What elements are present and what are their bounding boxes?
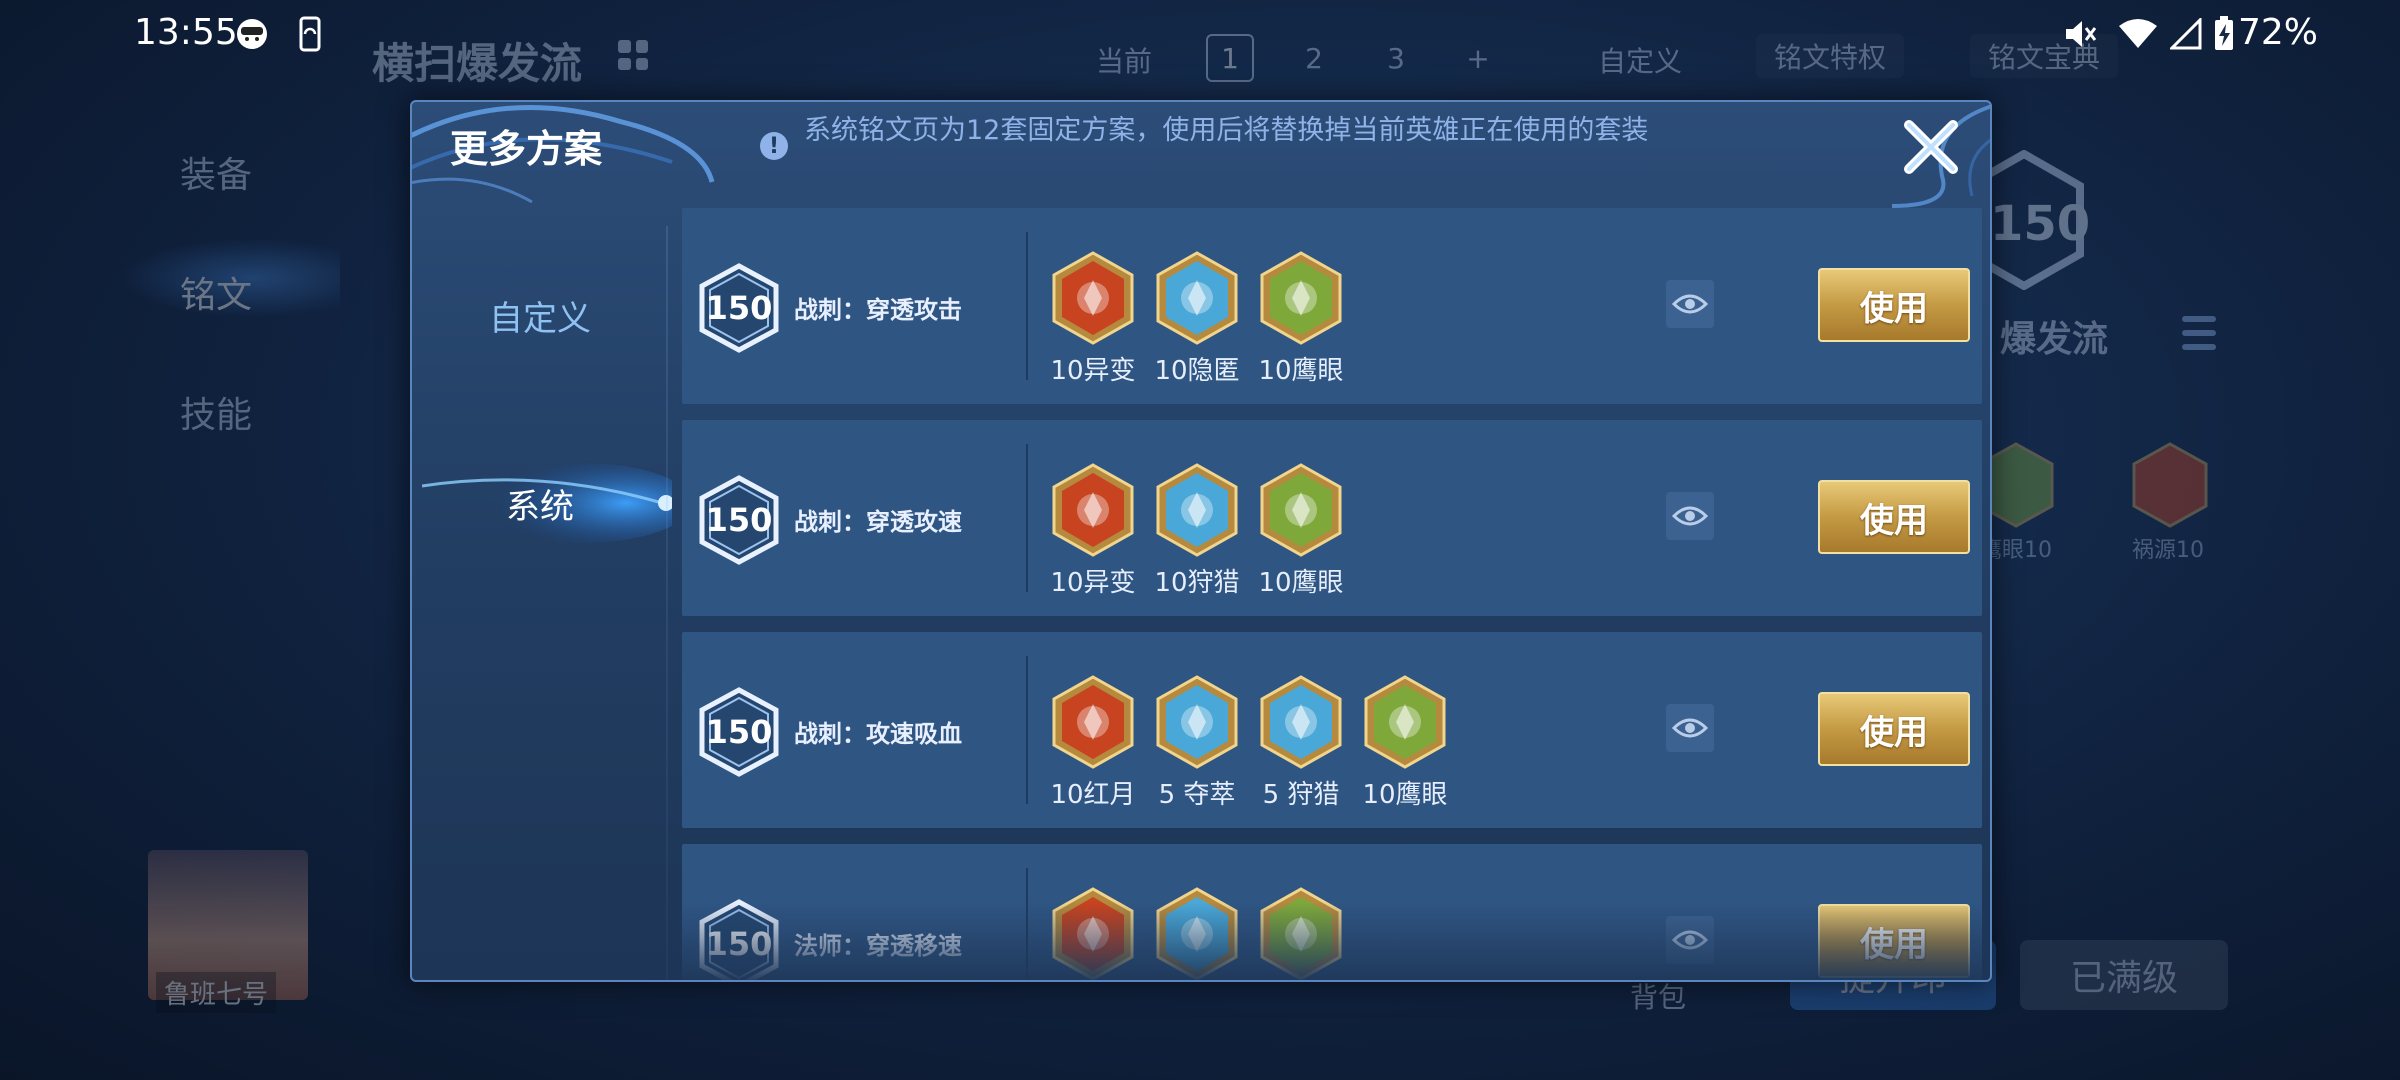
preview-button[interactable] xyxy=(1666,280,1714,328)
eye-icon xyxy=(1672,930,1708,950)
yibian-rune-icon[interactable] xyxy=(1050,462,1136,558)
preview-button[interactable] xyxy=(1666,492,1714,540)
shoulie-rune-icon[interactable] xyxy=(1258,674,1344,770)
bg-rune-label-2: 祸源10 xyxy=(2132,538,2204,563)
tab-system[interactable]: 系统 xyxy=(412,468,668,538)
row-divider xyxy=(1026,868,1028,980)
preview-button[interactable] xyxy=(1666,704,1714,752)
status-bar: 13:55 72% xyxy=(0,0,2400,70)
blue-rune-icon[interactable] xyxy=(1154,886,1240,980)
signal-icon xyxy=(2166,14,2206,54)
plan-row: 150 法师：穿透移速 使用 xyxy=(682,844,1982,980)
plan-level: 150 xyxy=(705,501,773,539)
bg-maxed-button[interactable]: 已满级 xyxy=(2020,940,2228,1010)
eye-icon xyxy=(1672,294,1708,314)
red-rune-icon[interactable] xyxy=(1050,886,1136,980)
plan-name: 法师：穿透移速 xyxy=(794,932,962,960)
rune-label: 5 夺萃 xyxy=(1158,780,1236,810)
rune-label: 10红月 xyxy=(1050,780,1136,810)
bg-plan-name-right: 爆发流 xyxy=(2000,319,2109,360)
yibian-rune-icon[interactable] xyxy=(1050,250,1136,346)
row-divider xyxy=(1026,232,1028,380)
hero-name: 鲁班七号 xyxy=(156,972,277,1013)
use-button[interactable]: 使用 xyxy=(1818,692,1970,766)
app-face-icon xyxy=(232,14,272,54)
preview-button[interactable] xyxy=(1666,916,1714,964)
row-divider xyxy=(1026,444,1028,592)
info-icon: ! xyxy=(760,132,788,160)
use-button[interactable]: 使用 xyxy=(1818,268,1970,342)
use-button[interactable]: 使用 xyxy=(1818,904,1970,978)
dialog-sidebar: 自定义 系统 xyxy=(412,208,672,980)
plan-name: 战刺：攻速吸血 xyxy=(794,720,962,748)
rune-label: 10异变 xyxy=(1050,356,1136,386)
plan-name: 战刺：穿透攻击 xyxy=(794,296,962,324)
eye-icon xyxy=(1672,506,1708,526)
yingyan-rune-icon[interactable] xyxy=(1258,462,1344,558)
use-button[interactable]: 使用 xyxy=(1818,480,1970,554)
close-button[interactable] xyxy=(1896,112,1966,182)
duocui-rune-icon[interactable] xyxy=(1154,674,1240,770)
plan-level: 150 xyxy=(705,925,773,963)
eye-icon xyxy=(1672,718,1708,738)
plan-row: 150 战刺：攻速吸血 10红月 5 夺萃 5 狩猎 10鹰眼 使用 xyxy=(682,632,1982,828)
plan-name: 战刺：穿透攻速 xyxy=(794,508,962,536)
rune-label: 10鹰眼 xyxy=(1258,568,1344,598)
yinni-rune-icon[interactable] xyxy=(1154,250,1240,346)
green-rune-icon[interactable] xyxy=(1258,886,1344,980)
yingyan-rune-icon[interactable] xyxy=(1362,674,1448,770)
rune-label: 10鹰眼 xyxy=(1258,356,1344,386)
plan-level: 150 xyxy=(705,289,773,327)
menu-icon[interactable] xyxy=(2182,316,2216,350)
hongyue-rune-icon[interactable] xyxy=(1050,674,1136,770)
dialog-title: 更多方案 xyxy=(450,127,603,171)
close-icon xyxy=(1904,120,1958,174)
shoulie-rune-icon[interactable] xyxy=(1154,462,1240,558)
rune-label: 10异变 xyxy=(1050,568,1136,598)
sidebar-divider xyxy=(666,226,668,980)
bg-side-equipment[interactable]: 装备 xyxy=(180,146,252,198)
plan-row: 150 战刺：穿透攻速 10异变 10狩猎 10鹰眼 使用 xyxy=(682,420,1982,616)
dialog-info-text: 系统铭文页为12套固定方案，使用后将替换掉当前英雄正在使用的套装 xyxy=(804,115,1649,146)
bg-side-skills[interactable]: 技能 xyxy=(180,386,252,438)
rune-label: 10狩猎 xyxy=(1154,568,1240,598)
mute-icon xyxy=(2060,14,2100,54)
screen-rotate-icon xyxy=(290,14,330,54)
rune-label: 5 狩猎 xyxy=(1262,780,1340,810)
plan-list[interactable]: 150 战刺：穿透攻击 10异变 10隐匿 10鹰眼 使用 150 战刺：穿透攻速 10异变 10… xyxy=(682,208,1982,980)
rune-label: 10鹰眼 xyxy=(1362,780,1448,810)
plan-row: 150 战刺：穿透攻击 10异变 10隐匿 10鹰眼 使用 xyxy=(682,208,1982,404)
bg-side-runes[interactable]: 铭文 xyxy=(180,266,252,318)
wifi-icon xyxy=(2118,14,2158,54)
rune-label: 10隐匿 xyxy=(1154,356,1240,386)
dialog-header: 更多方案 ! 系统铭文页为12套固定方案，使用后将替换掉当前英雄正在使用的套装 xyxy=(412,102,1990,208)
row-divider xyxy=(1026,656,1028,804)
yingyan-rune-icon[interactable] xyxy=(1258,250,1344,346)
status-time: 13:55 xyxy=(134,12,238,53)
battery-level: 72% xyxy=(2238,12,2319,53)
plan-level: 150 xyxy=(705,713,773,751)
bg-level: 150 xyxy=(1990,196,2091,252)
more-plans-dialog: 更多方案 ! 系统铭文页为12套固定方案，使用后将替换掉当前英雄正在使用的套装 … xyxy=(410,100,1992,982)
bg-rune-red-icon xyxy=(2132,442,2208,528)
bg-backpack-label[interactable]: 背包 xyxy=(1630,976,1686,1016)
tab-custom[interactable]: 自定义 xyxy=(412,280,668,350)
